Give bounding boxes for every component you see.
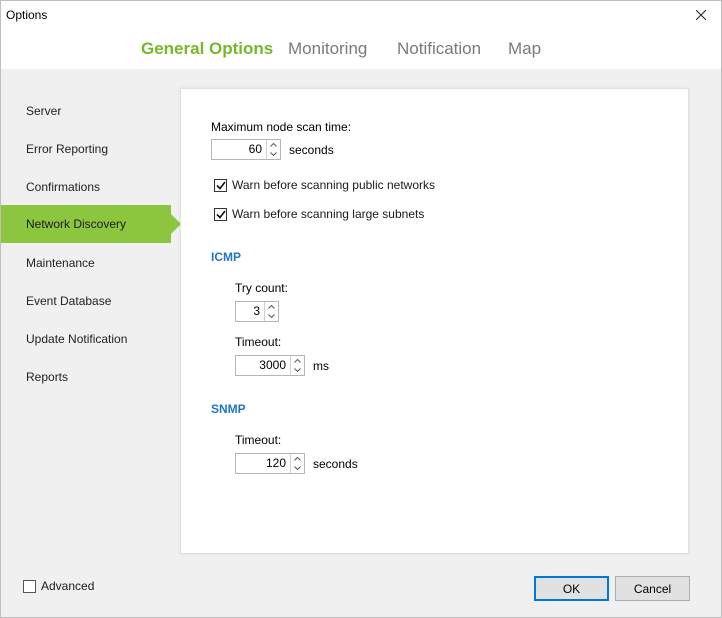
icmp-try-count-stepper[interactable]: [235, 301, 279, 322]
chevron-down-icon[interactable]: [291, 366, 304, 376]
snmp-timeout-input[interactable]: [236, 454, 290, 473]
checkmark-icon: [215, 181, 226, 190]
tab-notification[interactable]: Notification: [397, 39, 481, 59]
tab-general-options[interactable]: General Options: [141, 39, 273, 59]
warn-public-networks-checkbox[interactable]: Warn before scanning public networks: [214, 178, 435, 192]
icmp-timeout-stepper[interactable]: [235, 355, 305, 376]
sidebar-item-server[interactable]: Server: [1, 92, 179, 130]
sidebar-item-network-discovery[interactable]: Network Discovery: [1, 205, 181, 243]
close-icon: [696, 10, 706, 20]
icmp-timeout-unit: ms: [313, 359, 329, 373]
icmp-timeout-input[interactable]: [236, 356, 290, 375]
chevron-down-icon[interactable]: [267, 150, 280, 160]
close-button[interactable]: [681, 1, 721, 29]
checkbox-box[interactable]: [214, 207, 227, 221]
window-title: Options: [6, 8, 48, 22]
sidebar-item-confirmations[interactable]: Confirmations: [1, 168, 179, 206]
max-scan-time-label: Maximum node scan time:: [211, 120, 352, 134]
checkmark-icon: [215, 210, 226, 219]
chevron-up-icon[interactable]: [291, 356, 304, 366]
options-window: Options General Options Monitoring Notif…: [0, 0, 722, 618]
snmp-heading: SNMP: [211, 402, 246, 416]
icmp-try-count-label: Try count:: [235, 281, 288, 295]
tab-monitoring[interactable]: Monitoring: [288, 39, 367, 59]
snmp-timeout-stepper[interactable]: [235, 453, 305, 474]
network-discovery-panel: Maximum node scan time: seconds Warn bef…: [180, 88, 689, 554]
sidebar-item-reports[interactable]: Reports: [1, 358, 179, 396]
max-scan-time-input[interactable]: [212, 140, 266, 159]
tab-map[interactable]: Map: [508, 39, 541, 59]
chevron-up-icon[interactable]: [267, 140, 280, 150]
warn-large-subnets-label: Warn before scanning large subnets: [232, 207, 425, 221]
snmp-timeout-unit: seconds: [313, 457, 358, 471]
checkbox-box[interactable]: [214, 178, 227, 192]
title-bar: Options: [1, 1, 721, 31]
sidebar-item-error-reporting[interactable]: Error Reporting: [1, 130, 179, 168]
sidebar-item-maintenance[interactable]: Maintenance: [1, 244, 179, 282]
tab-bar: General Options Monitoring Notification …: [1, 31, 721, 69]
advanced-label: Advanced: [41, 579, 95, 593]
chevron-down-icon[interactable]: [265, 312, 278, 322]
ok-button[interactable]: OK: [534, 576, 609, 601]
max-scan-time-unit: seconds: [289, 143, 334, 157]
warn-large-subnets-checkbox[interactable]: Warn before scanning large subnets: [214, 207, 424, 221]
advanced-checkbox[interactable]: Advanced: [23, 579, 94, 593]
cancel-button[interactable]: Cancel: [615, 576, 690, 601]
warn-public-networks-label: Warn before scanning public networks: [232, 178, 435, 192]
checkbox-box[interactable]: [23, 579, 36, 593]
chevron-up-icon[interactable]: [291, 454, 304, 464]
icmp-try-count-input[interactable]: [236, 302, 264, 321]
sidebar-item-update-notification[interactable]: Update Notification: [1, 320, 179, 358]
icmp-timeout-label: Timeout:: [235, 335, 282, 349]
sidebar-item-event-database[interactable]: Event Database: [1, 282, 179, 320]
chevron-up-icon[interactable]: [265, 302, 278, 312]
max-scan-time-stepper[interactable]: [211, 139, 281, 160]
chevron-down-icon[interactable]: [291, 464, 304, 474]
icmp-heading: ICMP: [211, 250, 241, 264]
snmp-timeout-label: Timeout:: [235, 433, 282, 447]
